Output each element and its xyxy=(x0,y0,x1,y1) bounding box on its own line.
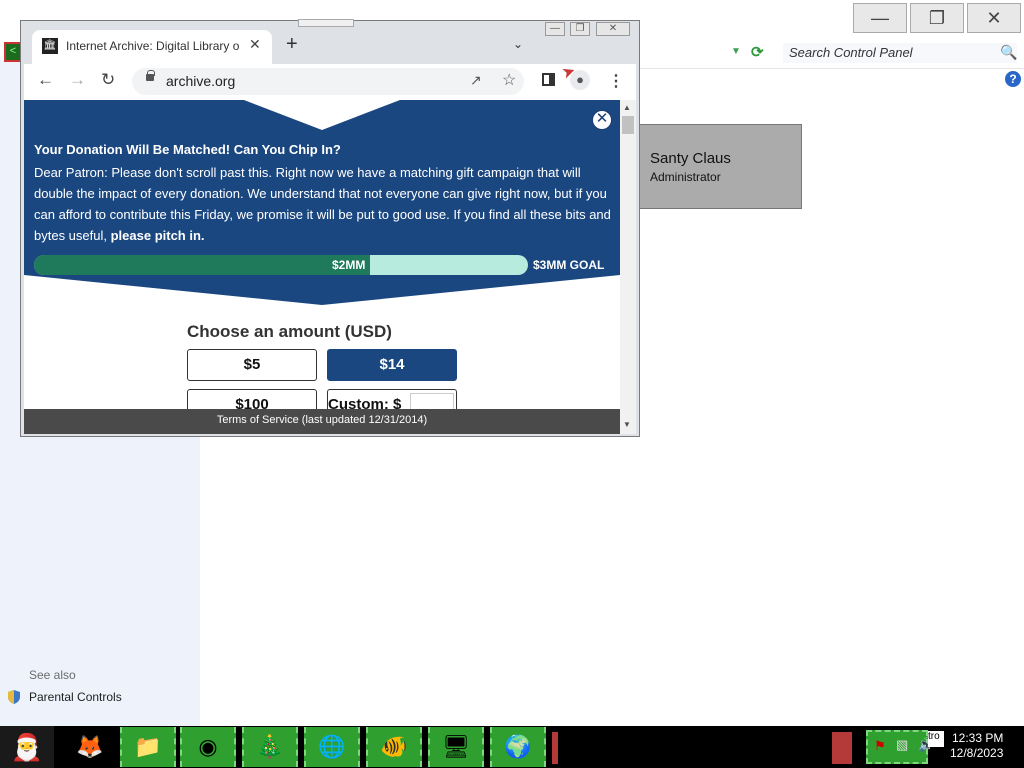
search-icon[interactable]: 🔍 xyxy=(1000,44,1017,61)
user-role: Administrator xyxy=(650,170,721,184)
terms-of-service-link[interactable]: Terms of Service (last updated 12/31/201… xyxy=(24,414,620,426)
refresh-icon[interactable]: ⟳ xyxy=(751,43,764,61)
lock-icon[interactable] xyxy=(146,74,154,81)
scrollbar[interactable] xyxy=(620,100,636,434)
fish-icon[interactable]: 🐠 xyxy=(366,727,422,767)
close-button[interactable]: ✕ xyxy=(967,3,1021,33)
show-desktop-button[interactable] xyxy=(832,732,852,764)
chrome-minimize-button[interactable]: — xyxy=(545,22,565,36)
progress-fill xyxy=(34,255,370,275)
clock-time[interactable]: 12:33 PM xyxy=(952,731,1003,745)
tab-search-chevron-icon[interactable]: ⌄ xyxy=(513,37,523,51)
back-icon[interactable]: ← xyxy=(37,70,54,90)
tab-title[interactable]: Internet Archive: Digital Library o xyxy=(66,39,244,53)
amount-5-button[interactable]: $5 xyxy=(187,349,317,381)
control-panel-left-pane xyxy=(0,436,200,726)
action-center-flag-icon[interactable]: ⚑ xyxy=(874,738,886,754)
network-icon[interactable]: ▧ xyxy=(896,737,908,753)
bookmark-star-icon[interactable]: ☆ xyxy=(502,70,516,90)
restore-button[interactable]: ❐ xyxy=(910,3,964,33)
progress-current-label: $2MM xyxy=(332,258,366,272)
amount-14-button[interactable]: $14 xyxy=(327,349,457,381)
new-tab-icon[interactable]: + xyxy=(286,33,298,56)
dropdown-arrow-icon[interactable]: ▼ xyxy=(731,46,741,57)
reload-icon[interactable]: ↻ xyxy=(101,70,115,90)
globe-icon[interactable]: 🌐 xyxy=(304,727,360,767)
control-panel-left-pane-top xyxy=(0,60,22,436)
shield-icon xyxy=(8,690,20,704)
archive-favicon-icon: 🏛 xyxy=(42,38,58,54)
search-input[interactable]: Search Control Panel xyxy=(782,42,1018,64)
santa-icon[interactable]: 🎅 xyxy=(0,726,54,768)
chrome-close-button[interactable]: ✕ xyxy=(596,22,630,36)
kebab-menu-icon[interactable]: ⋮ xyxy=(608,71,624,91)
tray-partial-text: tro xyxy=(928,731,944,747)
tab-close-icon[interactable]: ✕ xyxy=(249,36,261,53)
banner-body-emphasis: please pitch in. xyxy=(110,228,205,243)
firefox-icon[interactable]: 🦊 xyxy=(62,727,118,767)
progress-goal-label: $3MM GOAL xyxy=(533,258,605,272)
minimize-button[interactable]: — xyxy=(853,3,907,33)
help-icon[interactable]: ? xyxy=(1005,71,1021,87)
clock-date[interactable]: 12/8/2023 xyxy=(950,746,1003,760)
taskbar-red-marker xyxy=(552,732,558,764)
file-explorer-icon[interactable]: 📁 xyxy=(120,727,176,767)
chrome-restore-button[interactable]: ❐ xyxy=(570,22,590,36)
banner-body: Dear Patron: Please don't scroll past th… xyxy=(34,162,612,246)
url-text[interactable]: archive.org xyxy=(166,73,235,89)
clock-globe-icon[interactable]: 🌍 xyxy=(490,727,546,767)
chrome-icon[interactable]: ◉ xyxy=(180,727,236,767)
see-also-heading: See also xyxy=(29,668,76,682)
control-panel-icon[interactable]: 🖥 xyxy=(428,727,484,767)
christmas-tree-icon[interactable]: 🎄 xyxy=(242,727,298,767)
choose-amount-heading: Choose an amount (USD) xyxy=(187,322,392,341)
scroll-up-icon[interactable]: ▲ xyxy=(623,103,631,112)
parental-controls-link[interactable]: Parental Controls xyxy=(29,690,122,704)
banner-heading: Your Donation Will Be Matched! Can You C… xyxy=(34,142,341,157)
close-banner-icon[interactable]: ✕ xyxy=(592,110,612,130)
window-grip[interactable] xyxy=(298,19,354,27)
user-name: Santy Claus xyxy=(650,150,731,167)
forward-icon[interactable]: → xyxy=(69,70,86,90)
scroll-down-icon[interactable]: ▼ xyxy=(623,420,631,429)
share-icon[interactable]: ↗ xyxy=(470,72,482,89)
side-panel-icon-fill xyxy=(549,73,555,86)
scroll-thumb[interactable] xyxy=(622,116,634,134)
